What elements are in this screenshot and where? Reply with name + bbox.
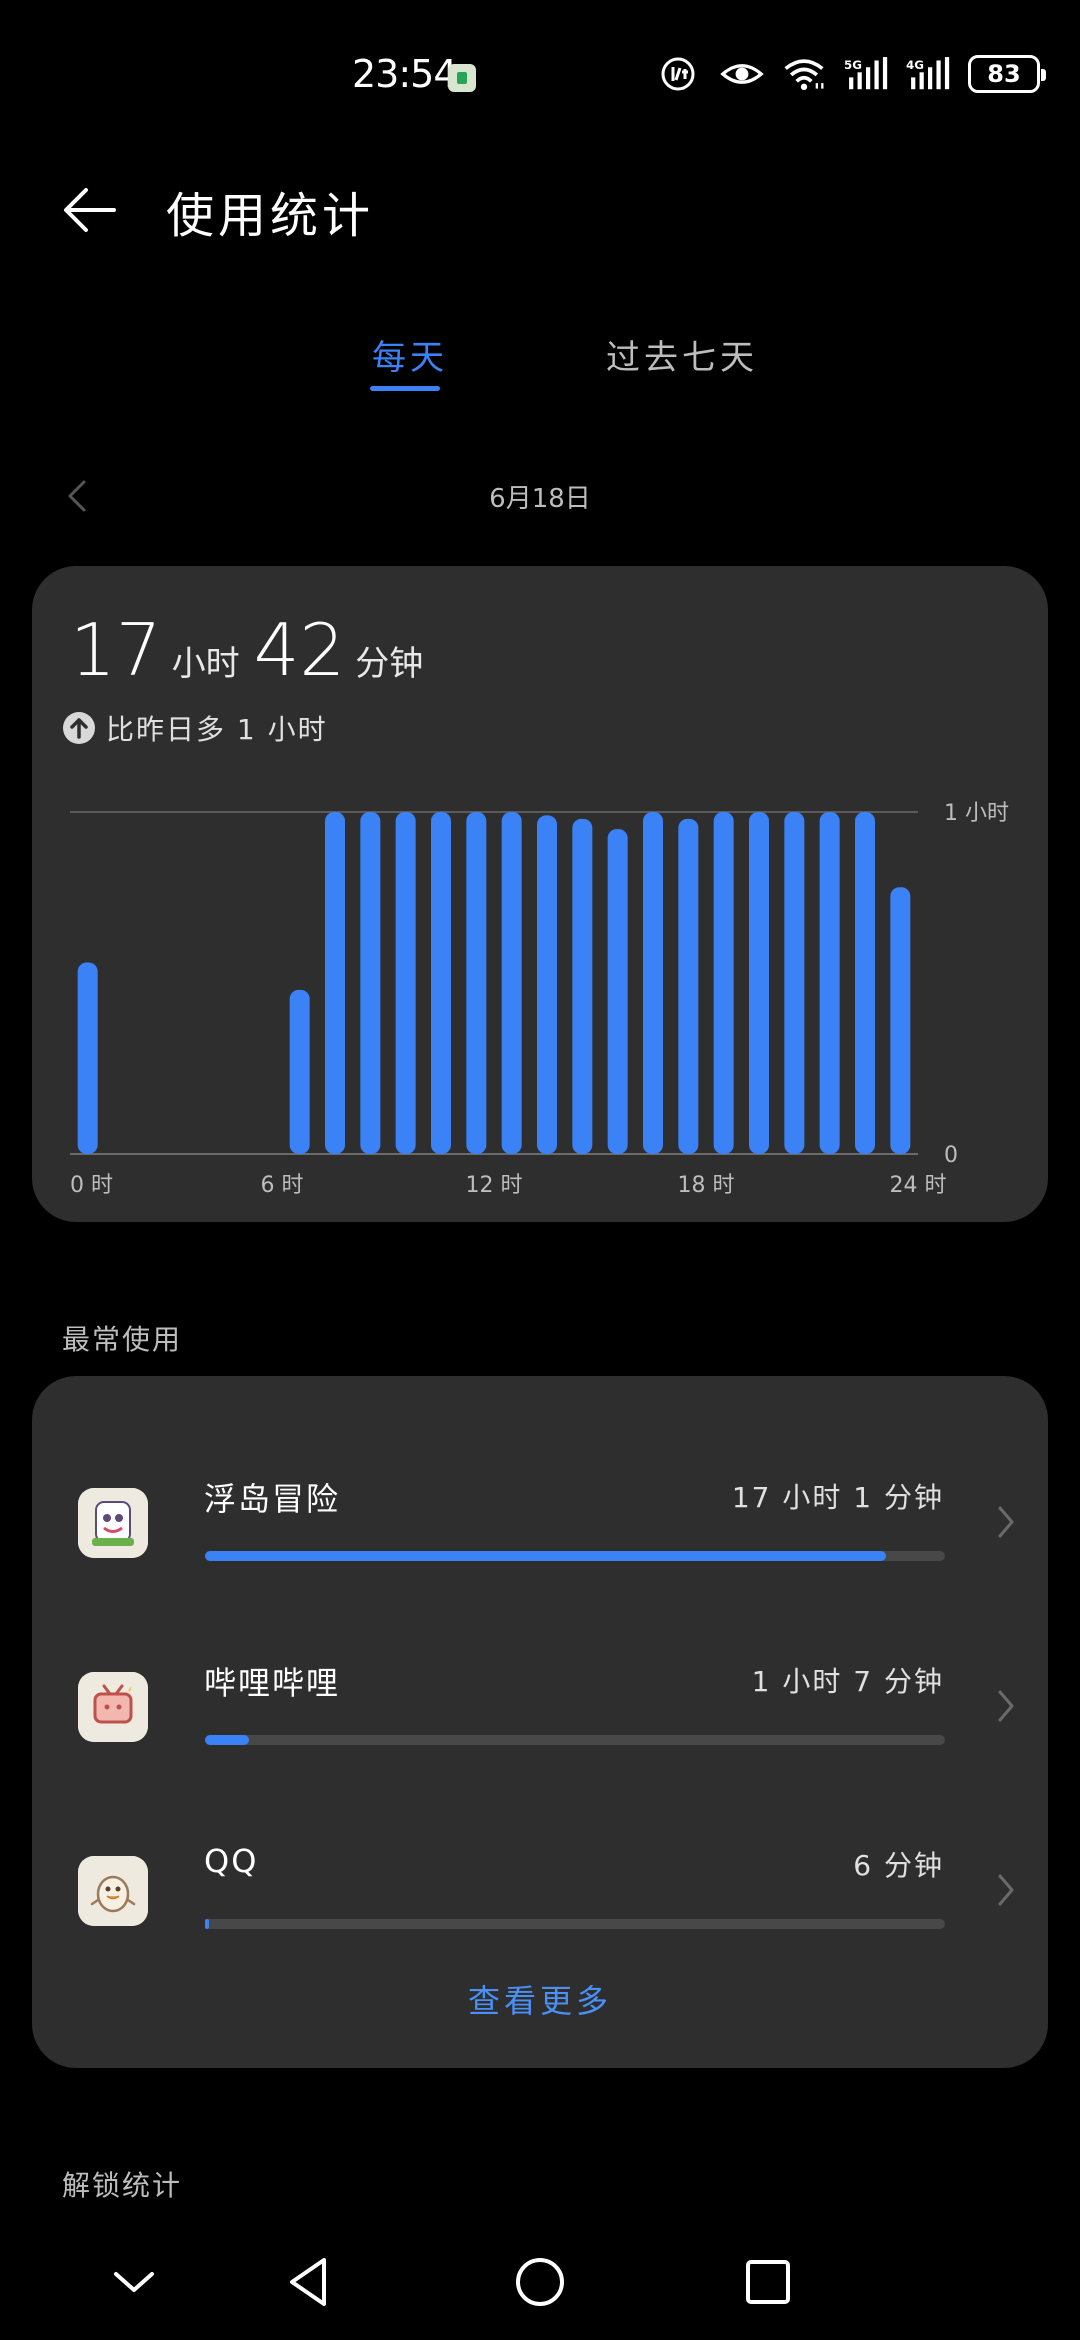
page-title: 使用统计 [166,188,375,244]
app-usage-bar [205,1551,945,1561]
collapse-chevron-icon[interactable] [102,2250,166,2314]
back-triangle-icon[interactable] [278,2250,342,2314]
app-usage-time: 1 小时 7 分钟 [751,1665,944,1698]
chart-y-tick-label: 0 [944,1143,958,1168]
app-row[interactable]: 浮岛冒险 17 小时 1 分钟 [32,1422,1048,1606]
app-usage-bar-fill [205,1551,886,1561]
chart-bar-hour-11 [466,812,487,1154]
chart-x-tick-label: 0 时 [70,1173,113,1198]
chart-bar-hour-21 [819,812,840,1154]
signal-5g-icon: 5G [844,57,888,90]
chart-bar-hour-6 [289,989,310,1154]
app-usage-bar [205,1919,945,1929]
chart-x-tick-label: 12 时 [466,1173,523,1198]
app-name: QQ [204,1842,259,1880]
back-arrow-icon[interactable] [58,178,122,242]
app-name: 哔哩哔哩 [204,1664,341,1702]
hd-call-icon [661,57,695,91]
status-bar: 23:54 5G 4G 83 [0,0,1080,150]
chart-bar-hour-10 [431,812,451,1154]
navigation-bar [0,2220,1080,2340]
see-more-link[interactable]: 查看更多 [32,1976,1048,2022]
app-usage-time: 6 分钟 [853,1849,944,1882]
notification-app-icon [448,64,476,92]
app-usage-bar [205,1735,945,1745]
chart-bar-hour-0 [77,962,98,1154]
app-usage-bar-fill [205,1919,209,1929]
app-row[interactable]: QQ 6 分钟 [32,1790,1048,1974]
chart-bar-hour-7 [325,812,345,1154]
most-used-heading: 最常使用 [62,1323,183,1356]
chevron-right-icon [998,1506,1014,1538]
chart-x-tick-label: 18 时 [678,1173,735,1198]
chart-bar-hour-17 [678,818,699,1154]
chart-bar-hour-9 [395,812,416,1154]
chart-bar-hour-16 [643,812,663,1154]
app-usage-bar-fill [205,1735,250,1745]
home-circle-icon[interactable] [508,2250,572,2314]
chart-bar-hour-12 [501,812,522,1154]
eye-comfort-icon [720,64,764,84]
signal-4g-icon: 4G [906,57,950,90]
chart-bar-hour-13 [537,815,557,1154]
status-time: 23:54 [352,52,458,96]
chart-x-tick-label: 24 时 [890,1173,947,1198]
chart-bar-hour-8 [360,812,381,1154]
signal-4g-label: 4G [906,58,924,72]
unlock-stats-heading: 解锁统计 [62,2169,183,2202]
chevron-right-icon [998,1690,1014,1722]
chart-bar-hour-22 [855,812,875,1154]
app-row[interactable]: 哔哩哔哩 1 小时 7 分钟 [32,1606,1048,1790]
tab-active-indicator [370,386,440,391]
hourly-usage-chart: 0 时 6 时 12 时 18 时 24 时 1 小时 0 [70,801,1009,1198]
app-usage-time: 17 小时 1 分钟 [731,1481,944,1514]
most-used-apps-card: 查看更多 浮岛冒险 17 小时 1 分钟哔哩哔哩 1 小时 7 分钟 QQ 6 分钟 [32,1376,1048,2068]
chart-bar-hour-18 [713,812,734,1154]
chevron-right-icon [998,1874,1014,1906]
app-name: 浮岛冒险 [204,1480,341,1518]
chart-bar-hour-14 [572,818,593,1154]
chart-bar-hour-19 [749,812,769,1154]
bilibili-tv-icon [78,1672,148,1742]
usage-summary-card: 17 小时 42 分钟 比昨日多 1 小时 0 时6 时 12 时 18 时 24 时… [32,566,1048,1222]
recents-square-icon[interactable] [736,2250,800,2314]
status-icons: 5G 4G 83 [658,54,1046,94]
wifi-icon [784,59,824,91]
signal-5g-label: 5G [844,58,862,72]
battery-indicator: 83 [968,55,1046,93]
chart-bar-hour-20 [784,812,805,1154]
date-label: 6月18日 [489,484,591,514]
chart-bar-hour-15 [607,829,628,1154]
tab-daily[interactable]: 每天 [372,330,448,379]
qq-penguin-icon [78,1856,148,1926]
tab-past-seven-days[interactable]: 过去七天 [606,330,758,379]
screen: 23:54 5G 4G 83 使用统计 每天 过去七天 6月18日 17 小时 … [0,0,1080,2340]
floating-island-icon [78,1488,148,1558]
chart-bar-hour-23 [890,887,911,1154]
chart-x-tick-label: 6 时 [261,1173,304,1198]
chart-y-tick-label: 1 小时 [944,801,1009,826]
